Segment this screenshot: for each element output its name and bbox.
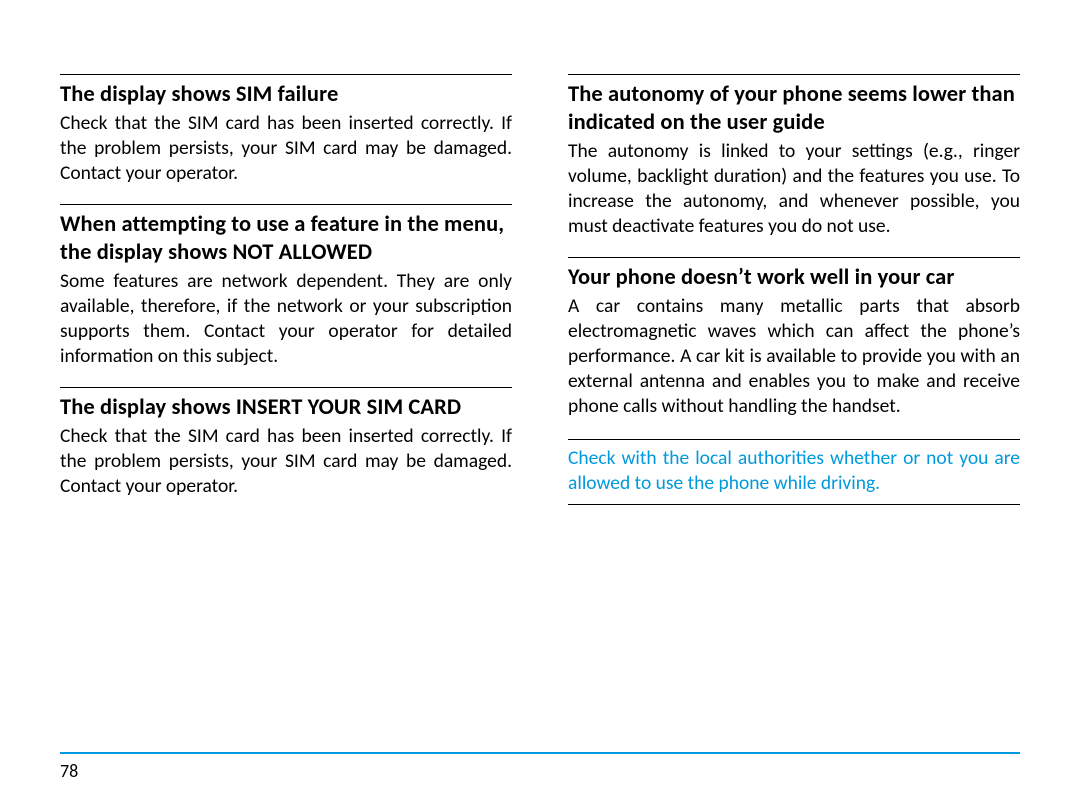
heading: The autonomy of your phone seems lower t… xyxy=(568,81,1020,137)
footer-rule xyxy=(60,752,1020,754)
section-car: Your phone doesn’t work well in your car… xyxy=(568,257,1020,437)
section-autonomy: The autonomy of your phone seems lower t… xyxy=(568,74,1020,257)
body-text: Some features are network dependent. The… xyxy=(60,269,512,369)
section-insert-sim: The display shows INSERT YOUR SIM CARD C… xyxy=(60,387,512,517)
right-column: The autonomy of your phone seems lower t… xyxy=(568,74,1020,517)
section-not-allowed: When attempting to use a feature in the … xyxy=(60,204,512,387)
body-text: Check that the SIM card has been inserte… xyxy=(60,424,512,499)
heading: Your phone doesn’t work well in your car xyxy=(568,264,1020,292)
body-text: Check that the SIM card has been inserte… xyxy=(60,111,512,186)
section-sim-failure: The display shows SIM failure Check that… xyxy=(60,74,512,204)
content-columns: The display shows SIM failure Check that… xyxy=(60,74,1020,517)
body-text: The autonomy is linked to your settings … xyxy=(568,139,1020,239)
heading: When attempting to use a feature in the … xyxy=(60,211,512,267)
left-column: The display shows SIM failure Check that… xyxy=(60,74,512,517)
warning-note: Check with the local authorities whether… xyxy=(568,439,1020,505)
body-text: A car contains many metallic parts that … xyxy=(568,294,1020,419)
page-number: 78 xyxy=(60,760,78,782)
heading: The display shows INSERT YOUR SIM CARD xyxy=(60,394,512,422)
note-text: Check with the local authorities whether… xyxy=(568,446,1020,496)
heading: The display shows SIM failure xyxy=(60,81,512,109)
